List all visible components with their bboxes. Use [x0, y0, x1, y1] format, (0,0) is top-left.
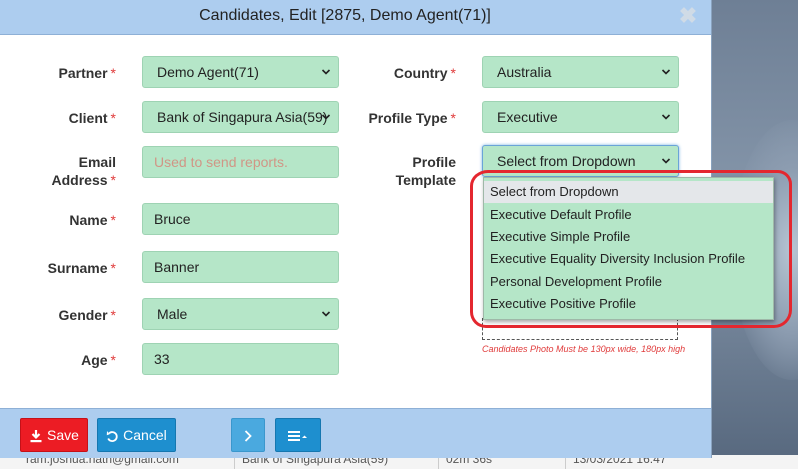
next-button[interactable]: [231, 418, 265, 452]
menu-button[interactable]: [275, 418, 321, 452]
chevron-right-icon: [244, 430, 252, 442]
chevron-down-icon: [321, 69, 331, 75]
modal-title: Candidates, Edit [2875, Demo Agent(71)]: [199, 7, 491, 24]
photo-upload-box[interactable]: [482, 318, 678, 340]
name-field[interactable]: Bruce: [142, 203, 339, 235]
dropdown-option[interactable]: Personal Development Profile: [484, 271, 773, 293]
partner-select[interactable]: Demo Agent(71): [142, 56, 339, 88]
menu-icon: [288, 431, 307, 442]
country-label: Country *: [393, 65, 456, 81]
dropdown-option[interactable]: Executive Simple Profile: [484, 226, 773, 248]
surname-field[interactable]: Banner: [142, 251, 339, 283]
profile-template-dropdown-list: Select from Dropdown Executive Default P…: [483, 177, 774, 320]
profile-type-select[interactable]: Executive: [482, 101, 679, 133]
email-field[interactable]: Used to send reports.: [142, 146, 339, 178]
age-label: Age *: [81, 352, 116, 368]
profile-template-select[interactable]: Select from Dropdown: [482, 145, 679, 177]
dropdown-option[interactable]: Executive Default Profile: [484, 204, 773, 226]
email-label: Email Address *: [51, 154, 116, 188]
download-icon: [30, 430, 42, 443]
partner-label: Partner *: [58, 65, 116, 81]
profile-template-label: Profile Template: [395, 154, 456, 188]
name-label: Name *: [69, 212, 116, 228]
country-select[interactable]: Australia: [482, 56, 679, 88]
modal-header: Candidates, Edit [2875, Demo Agent(71)] …: [0, 0, 711, 35]
dropdown-option[interactable]: Executive Equality Diversity Inclusion P…: [484, 248, 773, 270]
close-icon[interactable]: ✖: [676, 4, 700, 28]
cancel-button[interactable]: Cancel: [97, 418, 176, 452]
dropdown-option[interactable]: Select from Dropdown: [484, 181, 773, 203]
surname-label: Surname *: [47, 260, 116, 276]
undo-icon: [107, 430, 118, 442]
chevron-down-icon: [661, 158, 671, 164]
photo-size-note: Candidates Photo Must be 130px wide, 180…: [482, 344, 686, 354]
chevron-down-icon: [661, 69, 671, 75]
save-button[interactable]: Save: [20, 418, 88, 452]
age-field[interactable]: 33: [142, 343, 339, 375]
profile-type-label: Profile Type *: [368, 110, 456, 126]
modal-footer: Save Cancel: [0, 408, 711, 458]
gender-label: Gender *: [58, 307, 116, 323]
chevron-down-icon: [661, 114, 671, 120]
client-label: Client *: [68, 110, 116, 126]
client-select[interactable]: Bank of Singapura Asia(59): [142, 101, 339, 133]
dropdown-option[interactable]: Executive Positive Profile: [484, 293, 773, 315]
chevron-down-icon: [321, 114, 331, 120]
chevron-down-icon: [321, 311, 331, 317]
gender-select[interactable]: Male: [142, 298, 339, 330]
